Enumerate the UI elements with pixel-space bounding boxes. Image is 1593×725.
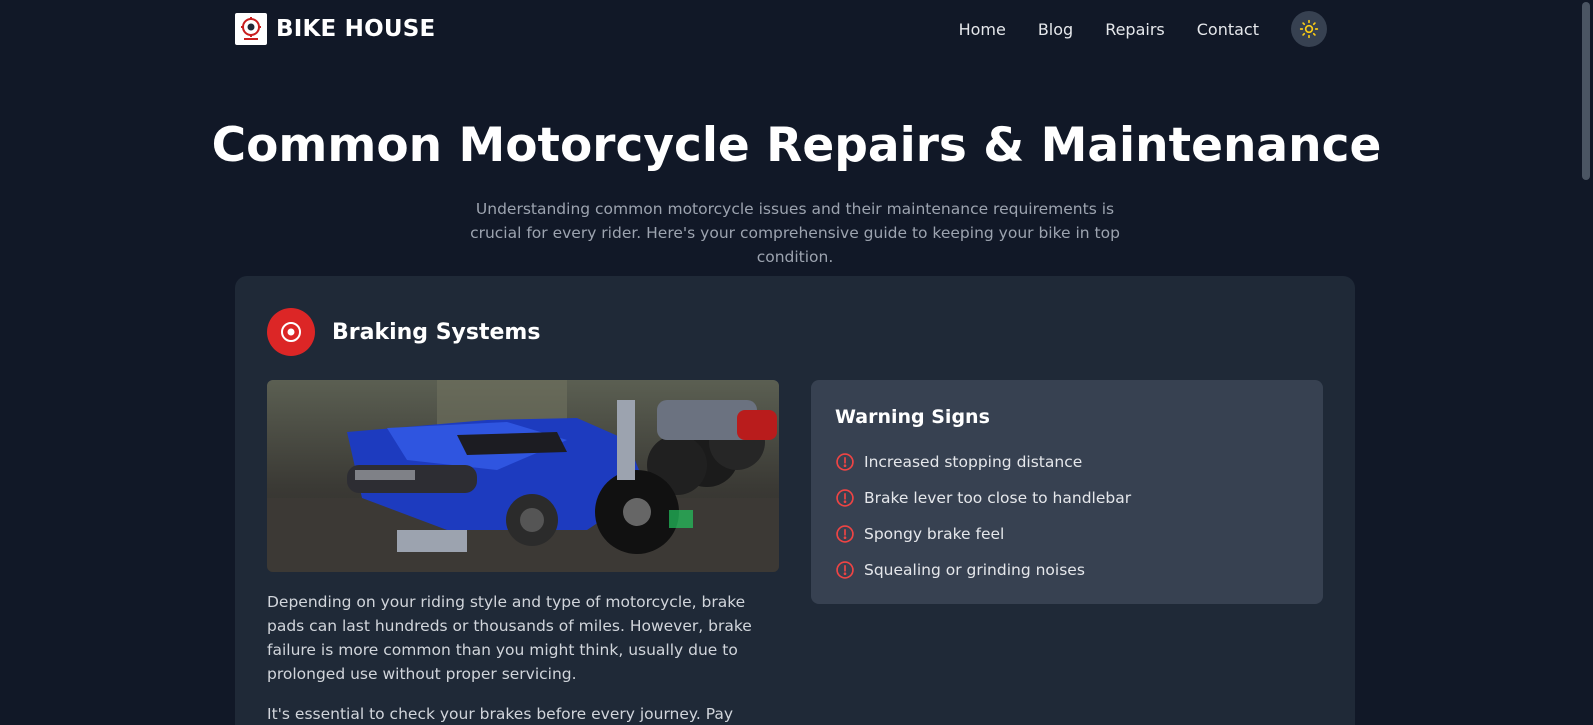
page-subtitle: Understanding common motorcycle issues a… <box>470 200 1120 266</box>
warning-signs-panel: Warning Signs Increased stopping distanc… <box>811 380 1323 604</box>
repair-section-card: Braking Systems Depending on your riding… <box>235 276 1355 725</box>
page-title: Common Motorcycle Repairs & Maintenance <box>211 118 1382 173</box>
brand[interactable]: BIKE HOUSE <box>235 13 435 45</box>
section-paragraph-2: It's essential to check your brakes befo… <box>267 705 734 723</box>
alert-circle-icon <box>836 453 854 471</box>
warning-signs-list: Increased stopping distance Brake lever t… <box>835 444 1299 588</box>
brand-name: BIKE HOUSE <box>276 16 436 42</box>
sun-icon <box>1299 19 1319 39</box>
warning-sign-item: Spongy brake feel <box>835 516 1299 552</box>
alert-circle-icon <box>836 525 854 543</box>
nav-link-blog[interactable]: Blog <box>1038 20 1073 39</box>
page: BIKE HOUSE Home Blog Repairs Contact Com… <box>0 0 1593 725</box>
warning-sign-item: Squealing or grinding noises <box>835 552 1299 588</box>
scrollbar-thumb[interactable] <box>1582 2 1590 180</box>
section-title: Braking Systems <box>332 319 541 345</box>
section-paragraph-1: Depending on your riding style and type … <box>267 593 752 683</box>
brake-disc-icon <box>267 308 315 356</box>
nav-link-repairs[interactable]: Repairs <box>1105 20 1165 39</box>
nav-right: Home Blog Repairs Contact <box>959 11 1355 47</box>
warning-sign-label: Spongy brake feel <box>864 525 1005 543</box>
alert-circle-icon <box>836 489 854 507</box>
motorcycle-image <box>267 380 779 572</box>
warning-sign-label: Increased stopping distance <box>864 453 1083 471</box>
theme-toggle-button[interactable] <box>1291 11 1327 47</box>
navbar: BIKE HOUSE Home Blog Repairs Contact <box>235 0 1355 58</box>
scrollbar[interactable] <box>1579 0 1593 725</box>
section-header: Braking Systems <box>267 308 540 356</box>
warning-sign-item: Increased stopping distance <box>835 444 1299 480</box>
nav-links: Home Blog Repairs Contact <box>959 20 1259 39</box>
nav-link-home[interactable]: Home <box>959 20 1006 39</box>
warning-sign-label: Squealing or grinding noises <box>864 561 1085 579</box>
logo-icon <box>235 13 267 45</box>
warning-sign-item: Brake lever too close to handlebar <box>835 480 1299 516</box>
nav-link-contact[interactable]: Contact <box>1197 20 1259 39</box>
warning-sign-label: Brake lever too close to handlebar <box>864 489 1132 507</box>
alert-circle-icon <box>836 561 854 579</box>
warning-signs-title: Warning Signs <box>835 406 990 428</box>
